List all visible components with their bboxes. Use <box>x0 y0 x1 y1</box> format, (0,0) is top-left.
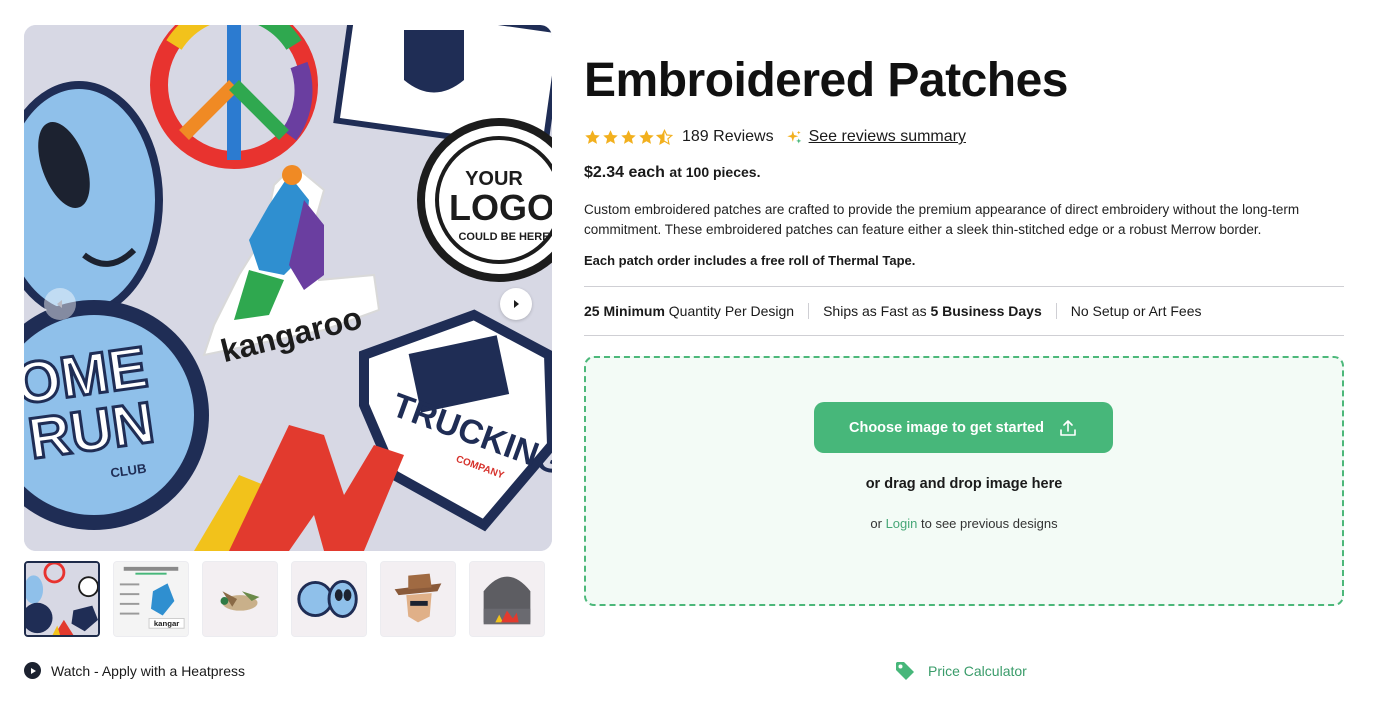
thermal-tape-note: Each patch order includes a free roll of… <box>584 253 916 268</box>
reviews-count[interactable]: 189 Reviews <box>682 128 774 146</box>
thumbnail-patch-collage[interactable] <box>24 561 100 637</box>
watch-heatpress-label: Watch - Apply with a Heatpress <box>51 662 246 679</box>
price-quantity-note: at 100 pieces. <box>669 164 761 180</box>
star-rating <box>584 128 673 146</box>
thumbnail-alien-homerun-patch[interactable] <box>291 561 367 637</box>
thumbnail-cowboy-patch[interactable] <box>380 561 456 637</box>
next-image-button[interactable] <box>500 288 532 320</box>
price-tag-icon <box>896 662 914 680</box>
product-description: Custom embroidered patches are crafted t… <box>584 202 1300 237</box>
patch-anatomy-image: kangar <box>114 562 188 636</box>
patch-collage-image <box>26 563 98 635</box>
svg-text:COULD BE HERE: COULD BE HERE <box>458 231 549 243</box>
rating-row: 189 Reviews See reviews summary <box>584 125 1344 149</box>
star-icon <box>639 129 654 144</box>
feature-shipping-speed: Ships as Fast as 5 Business Days <box>808 303 1056 319</box>
thumbnail-duck-patch[interactable] <box>202 561 278 637</box>
watch-heatpress-link[interactable]: Watch - Apply with a Heatpress <box>24 662 245 679</box>
patches-photo: YOUR LOGO COULD BE HERE kangaroo OME RUN… <box>24 25 552 551</box>
feature-minimum-quantity: 25 Minimum Quantity Per Design <box>584 303 795 319</box>
chevron-left-icon <box>57 300 62 308</box>
beanie-patch-image <box>470 562 544 636</box>
sparkle-icon <box>786 129 809 146</box>
chevron-right-icon <box>514 300 519 308</box>
product-gallery: YOUR LOGO COULD BE HERE kangaroo OME RUN… <box>24 25 552 637</box>
star-icon <box>603 129 618 144</box>
star-icon <box>585 129 600 144</box>
price-calculator-label: Price Calculator <box>928 663 1027 679</box>
previous-image-button[interactable] <box>44 288 76 320</box>
unit-price: $2.34 each <box>584 164 665 181</box>
feature-no-fees: No Setup or Art Fees <box>1055 303 1216 319</box>
reviews-summary-link[interactable]: See reviews summary <box>809 128 966 146</box>
duck-patch-image <box>203 562 277 636</box>
star-icon <box>621 129 636 144</box>
main-product-image[interactable]: YOUR LOGO COULD BE HERE kangaroo OME RUN… <box>24 25 552 551</box>
cowboy-patch-image <box>381 562 455 636</box>
product-details: Embroidered Patches 189 Reviews See revi… <box>584 50 1344 606</box>
drag-drop-text: or drag and drop image here <box>865 476 1063 492</box>
price-row: $2.34 each at 100 pieces. <box>584 161 1344 184</box>
login-link[interactable]: Login <box>886 516 918 531</box>
upload-icon <box>1060 419 1076 436</box>
choose-image-button[interactable]: Choose image to get started <box>814 402 1113 453</box>
alien-homerun-patch-image <box>292 562 366 636</box>
thumbnail-strip: kangar <box>24 561 545 637</box>
alien-patch <box>24 81 163 319</box>
half-star-icon <box>656 128 673 145</box>
play-icon <box>24 662 41 679</box>
login-line: or Login to see previous designs <box>870 516 1058 531</box>
logo-patch: YOUR LOGO COULD BE HERE <box>417 118 552 282</box>
svg-text:kangar: kangar <box>154 619 179 628</box>
svg-text:LOGO: LOGO <box>449 187 552 228</box>
product-title: Embroidered Patches <box>584 54 1069 107</box>
choose-image-label: Choose image to get started <box>849 419 1044 436</box>
image-dropzone[interactable]: Choose image to get started or drag and … <box>584 356 1344 606</box>
thumbnail-beanie-patch[interactable] <box>469 561 545 637</box>
price-calculator-link[interactable]: Price Calculator <box>894 660 1027 682</box>
feature-strip: 25 Minimum Quantity Per Design Ships as … <box>584 286 1344 336</box>
thumbnail-patch-anatomy[interactable]: kangar <box>113 561 189 637</box>
